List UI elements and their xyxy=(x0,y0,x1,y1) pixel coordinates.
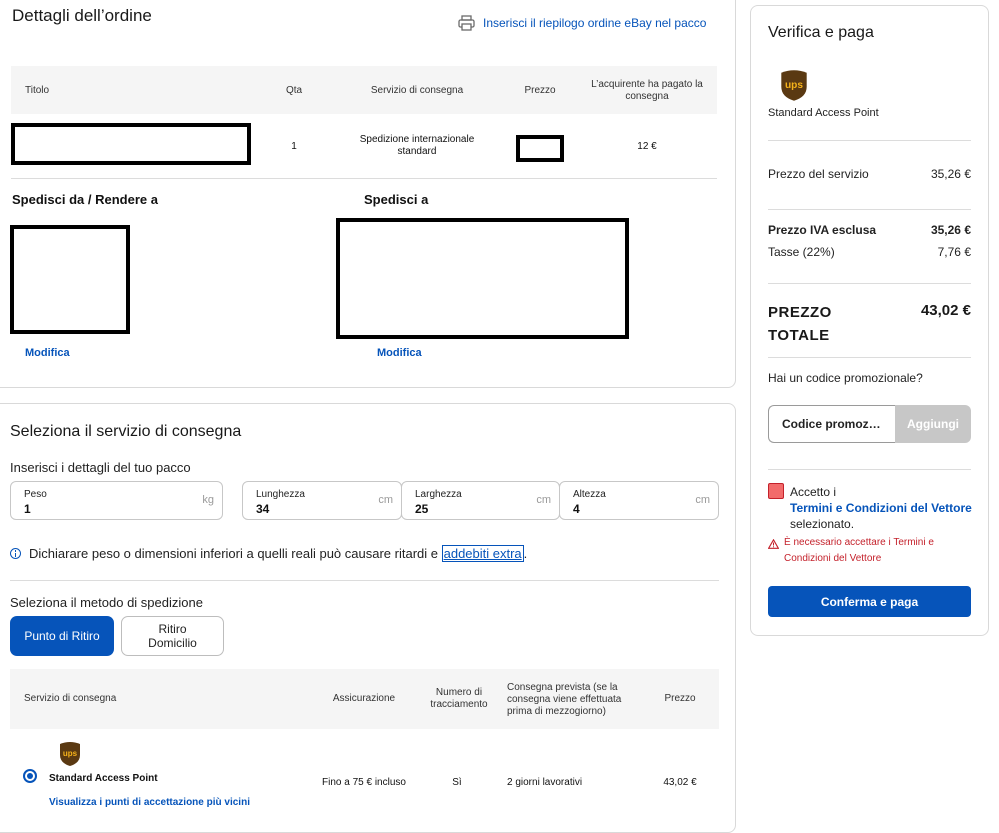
height-unit: cm xyxy=(695,494,710,506)
modify-ship-from-link[interactable]: Modifica xyxy=(25,347,70,359)
redacted-item-price xyxy=(516,135,564,162)
summary-ups-logo-icon: ups xyxy=(780,69,808,102)
terms-error: È necessario accettare i Termini e Condi… xyxy=(767,535,973,567)
summary-divider-4 xyxy=(768,357,971,358)
option-insurance: Fino a 75 € incluso xyxy=(322,777,406,788)
option-tracking: Sì xyxy=(452,777,462,788)
confirm-pay-button[interactable]: Conferma e paga xyxy=(768,586,971,617)
shipping-option-radio[interactable] xyxy=(23,769,37,783)
tax-label: Tasse (22%) xyxy=(768,245,835,259)
ship-col-tracking: Numero di tracciamento xyxy=(430,687,488,710)
redacted-ship-to-address xyxy=(336,218,629,339)
svg-text:ups: ups xyxy=(785,80,803,91)
width-value: 25 xyxy=(415,502,429,516)
method-pickup-button[interactable]: Punto di Ritiro xyxy=(10,616,114,656)
promo-question: Hai un codice promozionale? xyxy=(768,371,923,385)
method-home-button[interactable]: Ritiro Domicilio xyxy=(121,616,224,656)
info-icon xyxy=(10,548,21,559)
summary-service-name: Standard Access Point xyxy=(768,107,879,119)
dimensions-warning-text: Dichiarare peso o dimensioni inferiori a… xyxy=(29,546,442,561)
warning-triangle-icon xyxy=(767,536,780,549)
confirm-pay-label: Conferma e paga xyxy=(820,594,919,609)
dimensions-warning: Dichiarare peso o dimensioni inferiori a… xyxy=(10,545,527,562)
summary-divider-5 xyxy=(768,469,971,470)
print-summary-link[interactable]: Inserisci il riepilogo ordine eBay nel p… xyxy=(458,15,706,31)
ship-col-insurance: Assicurazione xyxy=(332,693,396,704)
delivery-title: Seleziona il servizio di consegna xyxy=(10,423,242,440)
length-value: 34 xyxy=(256,502,270,516)
service-price-label: Prezzo del servizio xyxy=(768,167,869,181)
weight-value: 1 xyxy=(24,502,31,516)
length-field[interactable]: Lunghezza 34 cm xyxy=(242,481,402,520)
redacted-ship-from-address xyxy=(10,225,130,334)
promo-add-button[interactable]: Aggiungi xyxy=(895,405,971,443)
ship-to-heading: Spedisci a xyxy=(364,192,429,207)
option-expected: 2 giorni lavorativi xyxy=(507,777,583,788)
method-pickup-label: Punto di Ritiro xyxy=(24,629,100,643)
order-row-qty: 1 xyxy=(291,141,297,152)
summary-divider-2 xyxy=(768,209,971,210)
service-price-value: 35,26 € xyxy=(930,167,971,181)
col-header-price: Prezzo xyxy=(524,85,556,96)
accept-terms-checkbox[interactable] xyxy=(768,483,784,499)
ex-vat-value: 35,26 € xyxy=(930,223,971,237)
summary-divider-3 xyxy=(768,283,971,284)
ups-logo-icon: ups xyxy=(59,741,81,767)
svg-text:ups: ups xyxy=(63,749,78,758)
nearby-points-link[interactable]: Visualizza i punti di accettazione più v… xyxy=(49,797,250,808)
terms-error-text: È necessario accettare i Termini e Condi… xyxy=(784,537,934,564)
shipping-method-heading: Seleziona il metodo di spedizione xyxy=(10,595,203,610)
option-service-name: Standard Access Point xyxy=(49,773,158,784)
extra-charges-link[interactable]: addebiti extra xyxy=(441,545,524,562)
width-label: Larghezza xyxy=(415,489,462,500)
col-header-qty: Qta xyxy=(285,85,303,96)
ex-vat-label: Prezzo IVA esclusa xyxy=(768,223,877,237)
total-value: 43,02 € xyxy=(920,302,971,319)
order-row-buyer-paid: 12 € xyxy=(637,141,657,152)
tax-value: 7,76 € xyxy=(937,245,971,259)
height-field[interactable]: Altezza 4 cm xyxy=(559,481,719,520)
summary-title: Verifica e paga xyxy=(768,24,874,41)
width-unit: cm xyxy=(536,494,551,506)
option-price: 43,02 € xyxy=(663,777,697,788)
length-label: Lunghezza xyxy=(256,489,305,500)
modify-ship-to-link[interactable]: Modifica xyxy=(377,347,422,359)
width-field[interactable]: Larghezza 25 cm xyxy=(401,481,560,520)
method-home-label: Ritiro Domicilio xyxy=(148,622,197,650)
redacted-item-title xyxy=(11,123,251,165)
col-header-title: Titolo xyxy=(25,85,50,96)
package-details-heading: Inserisci i dettagli del tuo pacco xyxy=(10,460,191,475)
promo-add-label: Aggiungi xyxy=(907,417,959,431)
ship-col-expected: Consegna prevista (se la consegna viene … xyxy=(507,682,622,717)
ship-col-price: Prezzo xyxy=(664,693,696,704)
accept-suffix: selezionato. xyxy=(790,517,855,531)
height-value: 4 xyxy=(573,502,580,516)
carrier-terms-link[interactable]: Termini e Condizioni del Vettore xyxy=(790,500,975,516)
weight-unit: kg xyxy=(202,494,214,506)
dimensions-warning-end: . xyxy=(523,546,528,561)
accept-terms-text: Accetto i Termini e Condizioni del Vetto… xyxy=(790,484,975,532)
weight-field[interactable]: Peso 1 kg xyxy=(10,481,223,520)
weight-label: Peso xyxy=(24,489,47,500)
total-label: PREZZO TOTALE xyxy=(768,304,832,344)
ship-from-heading: Spedisci da / Rendere a xyxy=(12,192,158,207)
ship-col-service: Servizio di consegna xyxy=(24,693,117,704)
order-details-title: Dettagli dell’ordine xyxy=(12,6,152,25)
promo-code-input[interactable]: Codice promoz… xyxy=(768,405,896,443)
promo-code-placeholder: Codice promoz… xyxy=(782,417,881,431)
summary-divider-1 xyxy=(768,140,971,141)
accept-prefix: Accetto i xyxy=(790,485,837,499)
order-table-divider xyxy=(11,178,717,179)
col-header-service: Servizio di consegna xyxy=(370,85,464,96)
order-row-service: Spedizione internazionale standard xyxy=(359,134,475,157)
col-header-buyer-paid: L’acquirente ha pagato la consegna xyxy=(591,79,703,102)
height-label: Altezza xyxy=(573,489,606,500)
length-unit: cm xyxy=(378,494,393,506)
print-summary-label: Inserisci il riepilogo ordine eBay nel p… xyxy=(483,16,707,30)
printer-icon xyxy=(458,15,475,31)
delivery-divider xyxy=(10,580,719,581)
